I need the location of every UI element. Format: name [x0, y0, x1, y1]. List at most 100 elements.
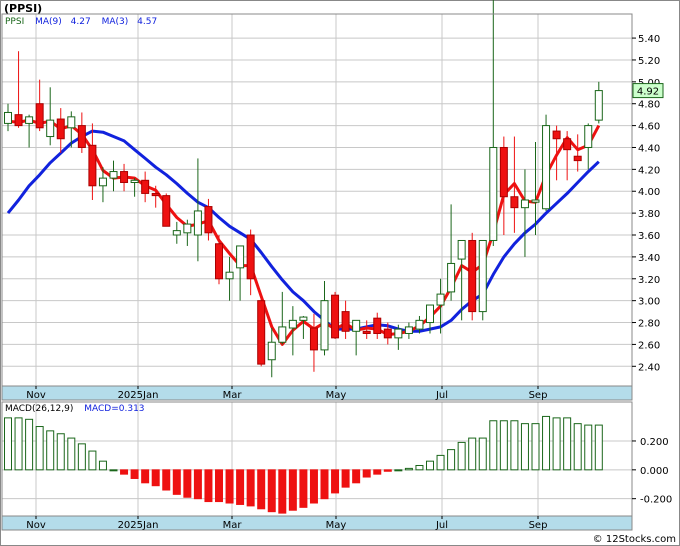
- macd-bar: [215, 469, 223, 503]
- candle-body: [415, 319, 424, 330]
- candle-body: [362, 330, 371, 334]
- macd-bar: [320, 469, 329, 500]
- macd-bar: [457, 441, 466, 471]
- macd-bar: [489, 420, 498, 471]
- x-tick-label: Sep: [529, 390, 548, 401]
- macd-bar: [67, 437, 76, 471]
- macd-bar: [257, 469, 266, 510]
- macd-bar: [120, 469, 129, 475]
- candle-body: [183, 223, 192, 234]
- macd-bar: [426, 460, 434, 471]
- price-panel: 5.405.205.004.804.604.404.204.003.803.60…: [1, 0, 664, 387]
- candle: [257, 295, 266, 367]
- macd-bar: [236, 469, 245, 505]
- candle-body: [151, 192, 160, 197]
- macd-bar: [172, 469, 181, 495]
- footer-credit: © 12Stocks.com: [593, 534, 676, 545]
- x-tick-label: Mar: [223, 520, 243, 531]
- macd-legend-value: MACD=0.313: [84, 404, 144, 414]
- macd-bar: [46, 430, 55, 471]
- candle-body: [341, 311, 350, 332]
- macd-y-tick-label: 0.200: [640, 437, 669, 448]
- ma-legend-ticker: PPSI: [5, 17, 24, 27]
- macd-bar: [56, 433, 65, 471]
- candle-body: [447, 262, 456, 293]
- macd-bar: [77, 443, 86, 471]
- macd-bar: [267, 469, 276, 513]
- macd-y-tick-label: -0.200: [640, 495, 672, 506]
- last-price-marker: 4.92: [632, 83, 664, 99]
- x-tick-label: Nov: [26, 390, 46, 401]
- candle-body: [520, 199, 529, 209]
- macd-bar: [552, 417, 561, 471]
- x-tick-label: Sep: [529, 520, 548, 531]
- candle-body: [489, 146, 498, 241]
- candle-body: [563, 138, 572, 151]
- price-y-tick-label: 4.40: [638, 143, 660, 154]
- macd-bar: [183, 469, 192, 498]
- last-price-label: 4.92: [637, 87, 659, 98]
- macd-bar: [288, 469, 297, 511]
- candle-body: [77, 125, 86, 148]
- price-y-tick-label: 4.00: [638, 187, 660, 198]
- macd-bar: [573, 423, 582, 471]
- macd-bar: [447, 449, 456, 471]
- candle-body: [394, 328, 403, 339]
- candle-body: [46, 119, 55, 138]
- price-y-tick-label: 3.80: [638, 209, 660, 220]
- macd-bar: [4, 417, 12, 471]
- candle: [468, 232, 477, 321]
- ticker-title: (PPSI): [4, 2, 42, 15]
- candle-body: [246, 234, 255, 280]
- macd-bar: [246, 469, 255, 507]
- macd-bar: [352, 469, 361, 484]
- price-y-tick-label: 5.20: [638, 56, 660, 67]
- candle-body: [573, 155, 582, 162]
- candle: [542, 114, 551, 211]
- macd-bar: [499, 420, 508, 471]
- x-tick-label: Nov: [26, 520, 46, 531]
- candle: [478, 239, 487, 321]
- price-y-tick-label: 3.00: [638, 297, 660, 308]
- candle-body: [352, 319, 361, 332]
- macd-bar: [193, 469, 202, 500]
- candle-body: [288, 319, 297, 329]
- candle-body: [426, 304, 434, 324]
- candle-body: [25, 116, 34, 124]
- candle-body: [373, 317, 382, 334]
- price-y-tick-label: 2.80: [638, 319, 660, 330]
- macd-bar: [151, 469, 160, 487]
- x-tick-label: Mar: [223, 390, 243, 401]
- candle-body: [468, 239, 477, 313]
- candle-body: [478, 239, 487, 313]
- ma9-legend-label: MA(9): [35, 17, 62, 27]
- candle-body: [56, 118, 65, 140]
- stock-chart: 5.405.205.004.804.604.404.204.003.803.60…: [0, 0, 680, 546]
- price-y-tick-label: 3.20: [638, 275, 660, 286]
- price-y-tick-label: 4.20: [638, 165, 660, 176]
- macd-bar: [373, 469, 382, 475]
- x-tick-label: Jul: [435, 390, 448, 401]
- ma3-legend-label: MA(3): [102, 17, 129, 27]
- macd-bar: [130, 469, 139, 479]
- macd-y-tick-label: 0.000: [640, 466, 669, 477]
- macd-bar: [362, 469, 371, 478]
- candle-body: [510, 196, 519, 209]
- macd-bar: [436, 454, 445, 471]
- candle-body: [204, 206, 213, 234]
- candle-body: [193, 210, 202, 236]
- price-y-tick-label: 4.80: [638, 100, 660, 111]
- candle-body: [552, 130, 561, 140]
- macd-bar: [531, 423, 540, 471]
- macd-bar: [510, 420, 519, 471]
- macd-bar: [520, 423, 529, 471]
- macd-bar: [341, 469, 350, 488]
- price-y-tick-label: 3.40: [638, 253, 660, 264]
- macd-bar: [88, 450, 97, 471]
- macd-bar: [415, 464, 424, 471]
- macd-bar: [141, 469, 150, 484]
- candle-body: [383, 328, 392, 339]
- macd-bar: [225, 469, 234, 504]
- macd-bar: [594, 424, 603, 471]
- x-tick-label: May: [326, 520, 347, 531]
